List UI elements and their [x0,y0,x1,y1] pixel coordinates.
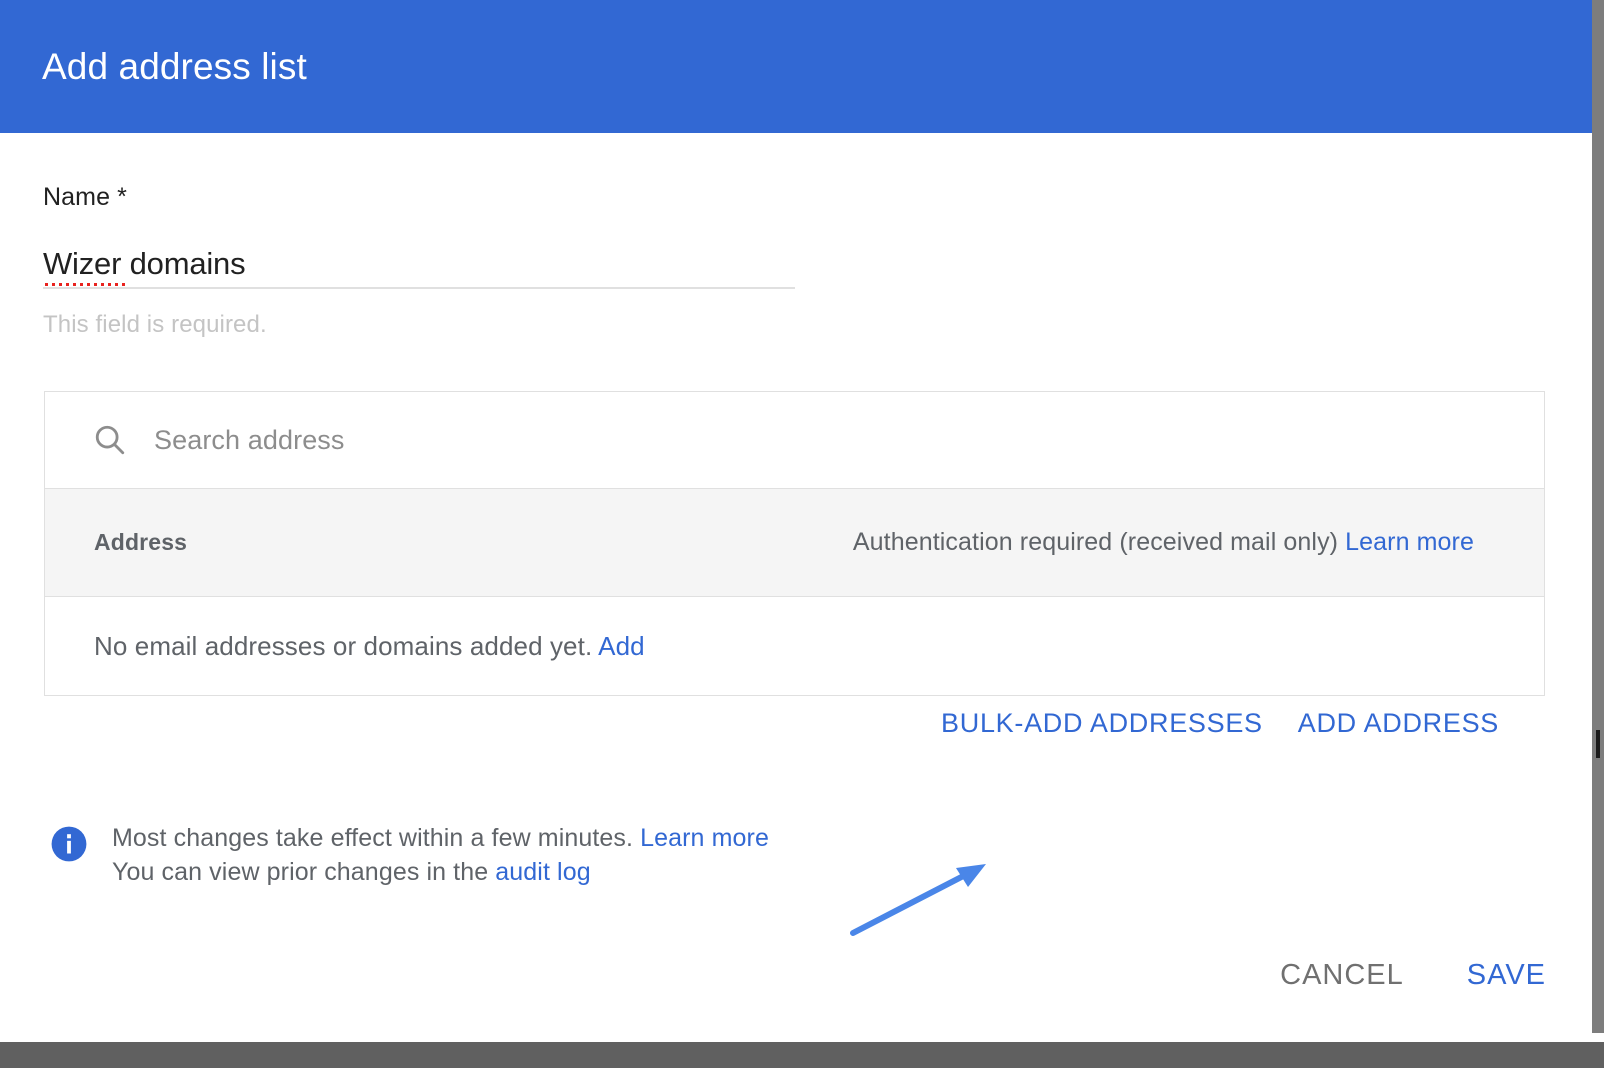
table-header-row: Address Authentication required (receive… [45,488,1544,597]
vertical-scrollbar-track[interactable] [1592,0,1604,1033]
info-note-lines: Most changes take effect within a few mi… [112,821,769,889]
name-field-group: Name * This field is required. [43,183,795,339]
cancel-button[interactable]: CANCEL [1280,959,1404,992]
info-note: Most changes take effect within a few mi… [50,821,769,889]
info-note-line-1: Most changes take effect within a few mi… [112,821,769,855]
page-title: Add address list [42,45,307,87]
column-header-authentication-text: Authentication required (received mail o… [852,528,1339,556]
name-input[interactable] [43,246,795,282]
search-icon [95,425,125,455]
dialog-window: Add address list Name * This field is re… [0,0,1604,1068]
name-field-label: Name * [43,183,127,211]
column-header-authentication: Authentication required (received mail o… [853,528,1474,557]
table-actions-row: BULK-ADD ADDRESSES ADD ADDRESS [0,708,1545,739]
spellcheck-underline-icon [45,283,126,286]
name-field-helper-text: This field is required. [43,311,267,338]
dialog-header: Add address list [0,0,1592,133]
authentication-learn-more-link[interactable]: Learn more [1345,528,1474,556]
column-header-address: Address [94,529,188,555]
address-search-row[interactable] [45,392,1544,488]
info-note-line-1-text: Most changes take effect within a few mi… [112,824,634,852]
add-address-button[interactable]: ADD ADDRESS [1298,708,1499,739]
table-empty-row: No email addresses or domains added yet.… [45,597,1544,695]
info-note-learn-more-link[interactable]: Learn more [640,824,769,852]
empty-state-text: No email addresses or domains added yet.… [94,631,645,662]
dialog-body: Name * This field is required. Address [0,133,1592,1033]
info-note-line-2: You can view prior changes in the audit … [112,855,769,889]
window-bottom-bar [0,1042,1604,1068]
name-input-wrapper [43,246,795,289]
dialog-footer: CANCEL SAVE [1280,959,1546,992]
search-input[interactable] [154,424,1544,456]
vertical-scrollbar-thumb[interactable] [1592,0,1604,1033]
empty-state-add-link[interactable]: Add [598,631,645,661]
info-icon [51,826,87,862]
arrow-annotation-icon [850,864,986,936]
audit-log-link[interactable]: audit log [495,858,590,886]
bulk-add-addresses-button[interactable]: BULK-ADD ADDRESSES [941,708,1263,739]
empty-state-message: No email addresses or domains added yet. [94,630,593,661]
address-table: Address Authentication required (receive… [44,391,1545,696]
info-note-line-2-text: You can view prior changes in the [112,858,489,886]
save-button[interactable]: SAVE [1467,959,1546,992]
